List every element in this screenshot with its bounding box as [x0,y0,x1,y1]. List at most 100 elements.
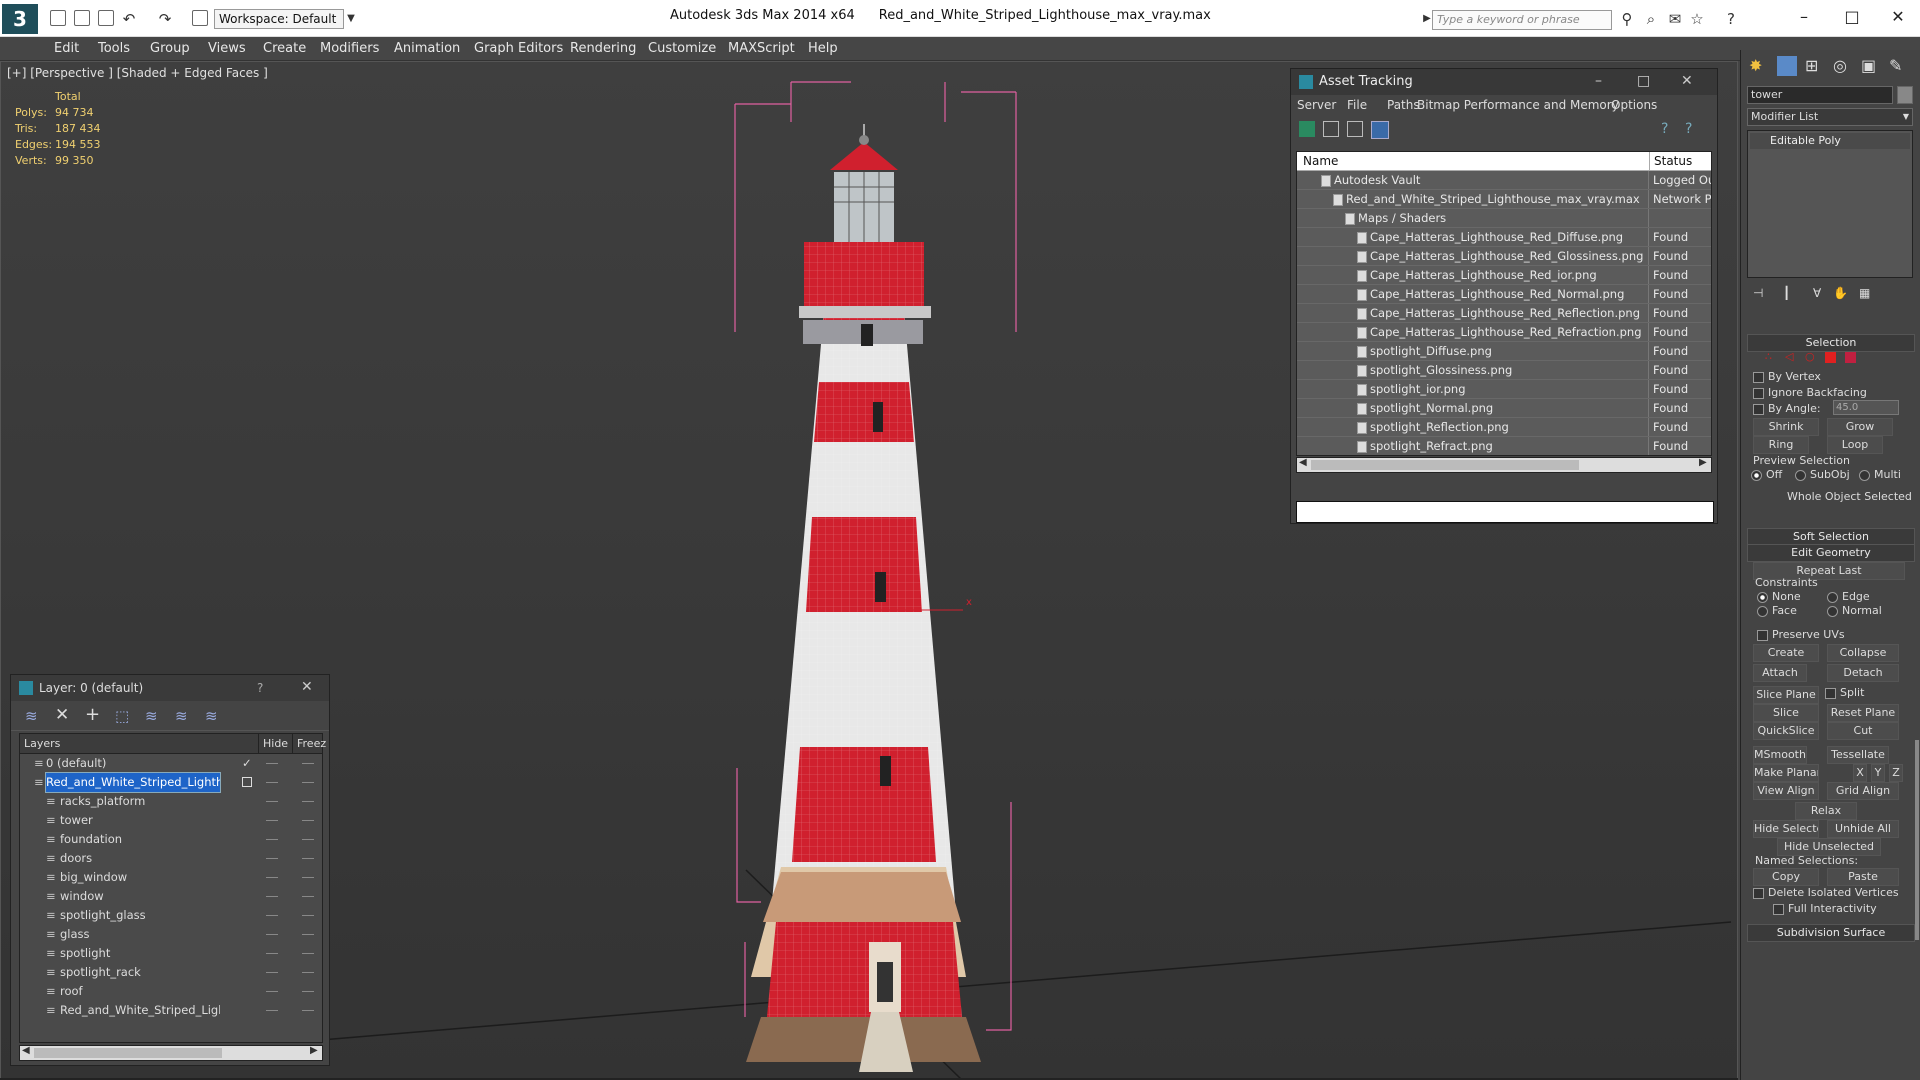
constraint-normal-option[interactable]: Normal [1827,604,1882,617]
remove-modifier-icon[interactable]: ✋ [1833,286,1848,300]
redo-icon[interactable]: ↷ [156,10,174,28]
asset-row[interactable]: Cape_Hatteras_Lighthouse_Red_ior.png Foun… [1297,266,1711,285]
freeze-toggle[interactable] [302,1010,314,1011]
layer-row[interactable]: ≡ big_window [20,868,322,887]
stack-item-editable-poly[interactable]: Editable Poly [1750,133,1910,149]
motion-tab-icon[interactable]: ◎ [1833,56,1847,75]
collapse-button[interactable]: Collapse [1827,644,1899,662]
unhide-all-button[interactable]: Unhide All [1827,820,1899,838]
display-tab-icon[interactable]: ▣ [1861,56,1876,75]
freeze-toggle[interactable] [302,991,314,992]
by-angle-option[interactable]: By Angle: [1753,402,1821,415]
hide-toggle[interactable] [266,972,278,973]
menu-tools[interactable]: Tools [98,41,130,56]
quickslice-button[interactable]: QuickSlice [1753,722,1819,740]
scrollbar-thumb[interactable] [34,1048,222,1058]
asset-close-icon[interactable]: ✕ [1681,73,1693,89]
menu-modifiers[interactable]: Modifiers [320,41,379,56]
layer-row[interactable]: ≡ window [20,887,322,906]
view-align-button[interactable]: View Align [1753,782,1819,800]
ignore-backfacing-option[interactable]: Ignore Backfacing [1753,386,1867,399]
loop-button[interactable]: Loop [1827,436,1883,454]
scroll-left-icon[interactable]: ◀ [1299,457,1307,468]
create-button[interactable]: Create [1753,644,1819,662]
hide-toggle[interactable] [266,953,278,954]
undo-icon[interactable]: ↶ [120,10,138,28]
hide-toggle[interactable] [266,782,278,783]
make-unique-icon[interactable]: ∀ [1813,286,1821,300]
context-help-icon[interactable]: ? [1685,121,1692,137]
reset-plane-button[interactable]: Reset Plane [1827,704,1899,722]
constraint-face-option[interactable]: Face [1757,604,1797,617]
constraint-none-radio[interactable] [1757,591,1768,603]
asset-row[interactable]: Red_and_White_Striped_Lighthouse_max_vra… [1297,190,1711,209]
help-icon[interactable]: ? [1722,10,1740,28]
menu-customize[interactable]: Customize [648,41,716,56]
vertex-level-icon[interactable]: ∴ [1765,350,1772,363]
asset-row[interactable]: spotlight_Glossiness.png Found [1297,361,1711,380]
menu-graph-editors[interactable]: Graph Editors [474,41,563,56]
menu-rendering[interactable]: Rendering [570,41,636,56]
asset-menu-file[interactable]: File [1347,98,1367,112]
hide-toggle[interactable] [266,915,278,916]
grid-align-button[interactable]: Grid Align [1827,782,1899,800]
asset-tracking-window[interactable]: Asset Tracking – □ ✕ Server File Paths B… [1290,68,1718,524]
freeze-toggle[interactable] [302,763,314,764]
angle-spinner[interactable]: 45.0 [1833,400,1899,415]
modify-tab-icon[interactable] [1777,56,1797,76]
ignore-backfacing-checkbox[interactable] [1753,387,1764,399]
layer-row[interactable]: ≡ racks_platform [20,792,322,811]
asset-row[interactable]: spotlight_Diffuse.png Found [1297,342,1711,361]
highlight-layer-icon[interactable]: ≋ [145,707,158,725]
hide-toggle[interactable] [266,934,278,935]
layer-row[interactable]: ≡ doors [20,849,322,868]
preview-off-option[interactable]: Off [1751,468,1782,481]
preview-off-radio[interactable] [1751,469,1762,481]
configure-sets-icon[interactable]: ▦ [1859,286,1870,300]
layer-row[interactable]: ≡ glass [20,925,322,944]
refresh-icon[interactable] [1299,121,1315,137]
pin-stack-icon[interactable]: ⊣ [1753,286,1763,300]
freeze-toggle[interactable] [302,972,314,973]
hide-selected-button[interactable]: Hide Selected [1753,820,1819,838]
asset-horizontal-scrollbar[interactable]: ◀ ▶ [1296,457,1712,473]
col-hide[interactable]: Hide [258,734,288,754]
layer-row[interactable]: ≡ tower [20,811,322,830]
menu-maxscript[interactable]: MAXScript [728,41,795,56]
create-tab-icon[interactable]: ✸ [1749,56,1762,75]
hide-toggle[interactable] [266,877,278,878]
edit-geometry-rollout-header[interactable]: Edit Geometry [1747,544,1915,562]
freeze-toggle[interactable] [302,839,314,840]
layer-row[interactable]: ≡ spotlight [20,944,322,963]
scroll-right-icon[interactable]: ▶ [310,1045,318,1056]
asset-row[interactable]: Cape_Hatteras_Lighthouse_Red_Reflection.… [1297,304,1711,323]
relax-button[interactable]: Relax [1795,802,1857,820]
ring-button[interactable]: Ring [1753,436,1809,454]
asset-row[interactable]: Cape_Hatteras_Lighthouse_Red_Diffuse.png… [1297,228,1711,247]
border-level-icon[interactable]: ○ [1805,350,1815,363]
slice-button[interactable]: Slice [1753,704,1819,722]
hide-toggle[interactable] [266,820,278,821]
list-view-icon[interactable] [1323,121,1339,137]
asset-row[interactable]: spotlight_ior.png Found [1297,380,1711,399]
preserve-uvs-option[interactable]: Preserve UVs [1757,628,1845,641]
asset-row[interactable]: spotlight_Reflection.png Found [1297,418,1711,437]
asset-row[interactable]: Cape_Hatteras_Lighthouse_Red_Refraction.… [1297,323,1711,342]
workspace-dropdown[interactable]: Workspace: Default [214,9,344,29]
planar-y-button[interactable]: Y [1871,764,1885,782]
menu-views[interactable]: Views [208,41,246,56]
asset-minimize-icon[interactable]: – [1595,73,1602,89]
hide-toggle[interactable] [266,763,278,764]
make-planar-button[interactable]: Make Planar [1753,764,1819,782]
select-in-layer-icon[interactable]: ⬚ [115,707,129,725]
constraint-normal-radio[interactable] [1827,605,1838,617]
hide-toggle[interactable] [266,991,278,992]
search-input[interactable]: Type a keyword or phrase [1432,10,1612,30]
asset-row[interactable]: Autodesk Vault Logged Ou [1297,171,1711,190]
set-current-layer-icon[interactable] [242,777,252,787]
constraint-edge-radio[interactable] [1827,591,1838,603]
project-folder-icon[interactable] [192,10,208,26]
full-interactivity-option[interactable]: Full Interactivity [1773,902,1877,915]
delete-layer-icon[interactable]: ✕ [55,705,69,725]
planar-x-button[interactable]: X [1853,764,1867,782]
